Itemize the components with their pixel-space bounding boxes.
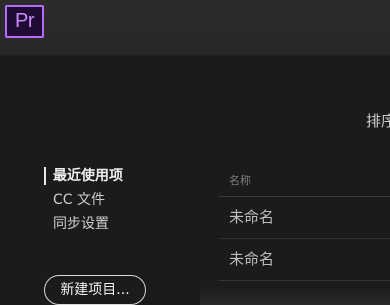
- app-window: Pr 排序 最近使用项 CC 文件 同步设置 新建项目... 名称 未命名 未命…: [0, 0, 390, 305]
- sidebar-item-cc-files[interactable]: CC 文件: [44, 188, 174, 212]
- sidebar-item-recent[interactable]: 最近使用项: [44, 164, 174, 188]
- new-project-button[interactable]: 新建项目...: [44, 275, 146, 305]
- list-item[interactable]: 未命名: [219, 239, 390, 281]
- column-header-name[interactable]: 名称: [219, 166, 390, 197]
- recent-projects-list: 名称 未命名 未命名: [219, 166, 390, 281]
- sidebar-item-sync-settings[interactable]: 同步设置: [44, 212, 174, 236]
- sidebar-nav: 最近使用项 CC 文件 同步设置: [44, 164, 174, 236]
- sort-label[interactable]: 排序: [366, 110, 390, 131]
- title-bar: Pr: [0, 0, 390, 56]
- premiere-pro-logo: Pr: [5, 5, 44, 38]
- list-item[interactable]: 未命名: [219, 197, 390, 239]
- bottom-fade-overlay: [200, 286, 390, 305]
